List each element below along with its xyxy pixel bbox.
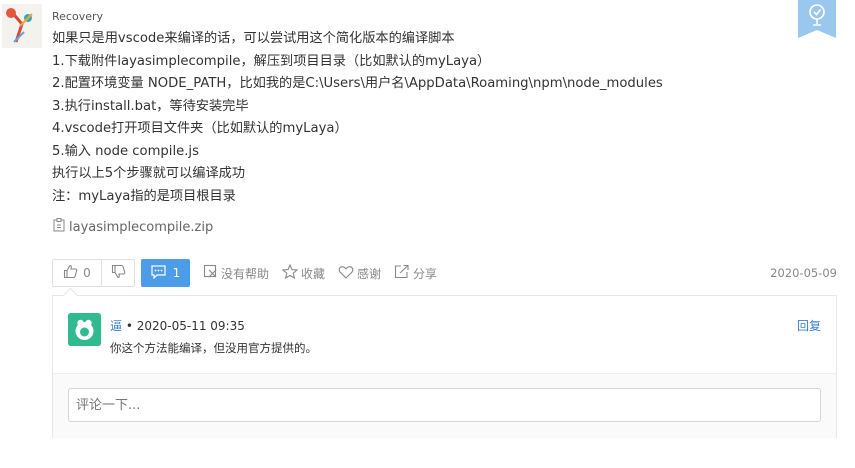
post-line: 1.下载附件layasimplecompile，解压到项目目录（比如默认的myL… [52,53,491,69]
flag-x-icon [203,264,221,282]
star-icon [281,263,301,282]
dislike-button[interactable] [101,259,135,287]
thumbs-down-icon [111,264,126,282]
like-count: 0 [83,266,91,280]
share-button[interactable]: 分享 [394,264,437,282]
post-line: 注：myLaya指的是项目根目录 [52,188,236,204]
post-line: 3.执行install.bat，等待安装完毕 [52,98,249,114]
post-author[interactable]: Recovery [52,10,103,23]
thumbs-up-icon [63,264,78,282]
comment-button[interactable]: 1 [141,259,190,287]
reply-author[interactable]: 逼 [110,319,122,333]
reply-button[interactable]: 回复 [797,317,821,334]
share-icon [394,264,413,282]
post-line: 2.配置环境变量 NODE_PATH，比如我的是C:\Users\用户名\App… [52,76,663,91]
heart-icon [338,265,357,282]
share-label: 分享 [413,266,438,281]
reply-separator: • [122,319,137,333]
reply-datetime: 2020-05-11 09:35 [136,319,245,333]
reply-avatar[interactable] [68,313,101,346]
like-button[interactable]: 0 [52,259,102,287]
attachment-filename[interactable]: layasimplecompile.zip [69,220,213,235]
unhelpful-button[interactable]: 没有帮助 [203,264,269,282]
attachment-icon [52,218,69,236]
favorite-label: 收藏 [301,266,326,281]
post-line: 如果只是用vscode来编译的话，可以尝试用这个简化版本的编译脚本 [52,31,455,46]
user-avatar[interactable] [2,4,42,48]
post-actions: 0 1 没有帮助 收藏 感谢 分享 [52,259,437,287]
reply-text: 你这个方法能编译，但没用官方提供的。 [110,341,317,355]
thanks-button[interactable]: 感谢 [338,265,381,282]
post-line: 执行以上5个步骤就可以编译成功 [52,166,246,181]
comment-input[interactable] [68,388,821,422]
comment-count: 1 [172,266,181,280]
comment-icon [151,264,166,282]
award-icon [808,2,826,28]
post-date: 2020-05-09 [770,266,837,280]
post-line: 4.vscode打开项目文件夹（比如默认的myLaya） [52,121,348,136]
post-content: 如果只是用vscode来编译的话，可以尝试用这个简化版本的编译脚本 1.下载附件… [52,28,812,208]
attachment-link[interactable]: layasimplecompile.zip [52,218,213,236]
reply-meta: 逼 • 2020-05-11 09:35 [110,317,245,334]
thanks-label: 感谢 [357,266,382,281]
comments-panel: 逼 • 2020-05-11 09:35 你这个方法能编译，但没用官方提供的。 … [52,295,837,438]
post-line: 5.输入 node compile.js [52,143,199,159]
favorite-button[interactable]: 收藏 [281,263,326,282]
unhelpful-label: 没有帮助 [221,266,270,281]
